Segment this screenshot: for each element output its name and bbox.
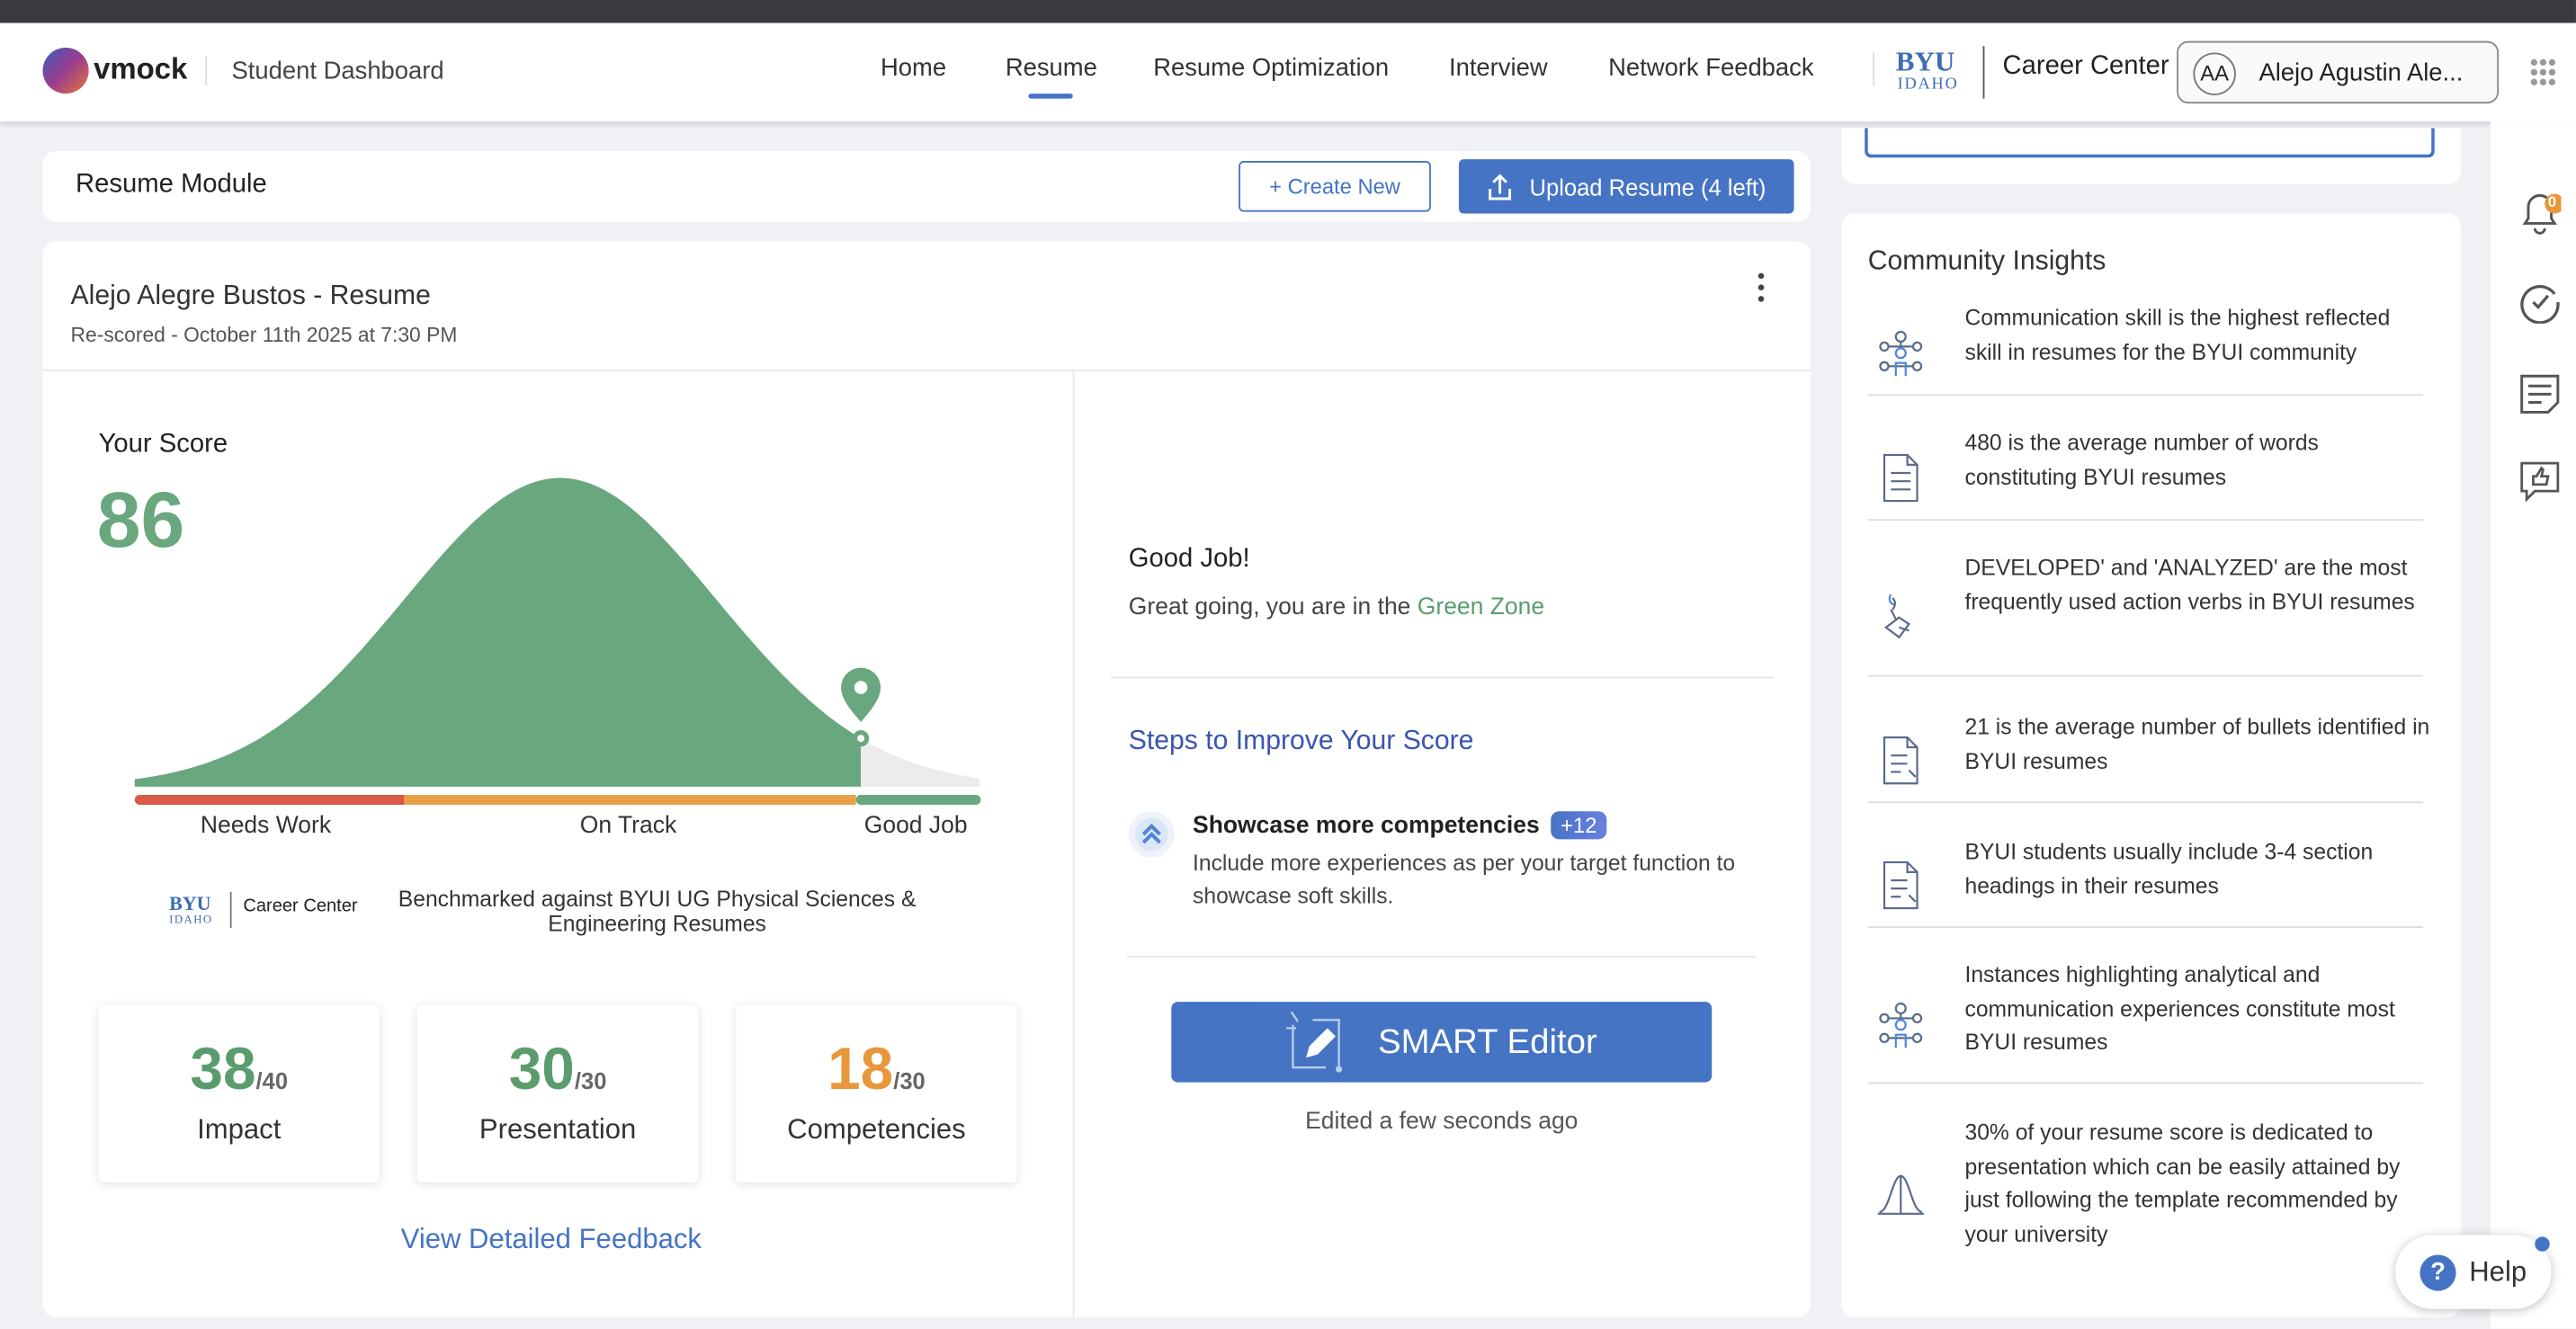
zone-label-needs-work: Needs Work <box>200 813 332 840</box>
document-list-icon <box>1883 736 1919 785</box>
upload-label: Upload Resume (4 left) <box>1529 173 1767 200</box>
benchmark-logo-text: Career Center <box>243 896 358 917</box>
feedback-text: Great going, you are in the Green Zone <box>1129 594 1544 620</box>
insight-text: Communication skill is the highest refle… <box>1964 305 2391 364</box>
edited-timestamp: Edited a few seconds ago <box>1305 1108 1579 1136</box>
byu-logo-top: BYU <box>1895 46 1955 77</box>
double-chevron-up-icon <box>1128 811 1175 858</box>
feedback-thumbs-up-icon[interactable] <box>2518 459 2561 503</box>
create-new-button[interactable]: + Create New <box>1239 160 1431 212</box>
zone-bar-good-job <box>855 795 981 805</box>
steps-title: Steps to Improve Your Score <box>1128 726 1474 756</box>
step-points-badge: +12 <box>1551 811 1607 840</box>
subscore-label: Presentation <box>479 1113 637 1146</box>
help-button[interactable]: ? Help <box>2395 1235 2552 1309</box>
byu-logo-bottom: IDAHO <box>1897 76 1959 94</box>
insight-text: 30% of your resume score is dedicated to… <box>1964 1119 2401 1246</box>
view-detailed-feedback-link[interactable]: View Detailed Feedback <box>401 1224 702 1257</box>
upload-resume-button[interactable]: Upload Resume (4 left) <box>1458 159 1794 214</box>
document-icon <box>1883 452 1919 502</box>
benchmark-logo-bottom: IDAHO <box>169 913 213 927</box>
step-description: Include more experiences as per your tar… <box>1193 851 1736 909</box>
subscore-card-impact[interactable]: 38/40 Impact <box>98 1004 380 1183</box>
document-list-icon <box>1883 861 1919 910</box>
subscore-max: /30 <box>574 1067 607 1094</box>
nav-interview[interactable]: Interview <box>1449 54 1548 82</box>
insight-text: Instances highlighting analytical and co… <box>1964 962 2395 1055</box>
bell-curve-icon <box>1877 1174 1924 1215</box>
insight-text: 21 is the average number of bullets iden… <box>1964 714 2430 773</box>
help-dot <box>2535 1236 2550 1252</box>
insight-item: 480 is the average number of words const… <box>1867 431 2424 522</box>
pencil-edit-icon <box>1285 1011 1342 1072</box>
help-label: Help <box>2469 1255 2527 1288</box>
subscore-label: Competencies <box>787 1113 966 1146</box>
smart-editor-button[interactable]: SMART Editor <box>1171 1002 1713 1083</box>
check-circle-icon[interactable] <box>2518 281 2561 324</box>
insight-text: DEVELOPED' and 'ANALYZED' are the most f… <box>1964 555 2415 614</box>
green-zone-text: Green Zone <box>1417 594 1545 621</box>
zone-label-good-job: Good Job <box>863 813 968 840</box>
insight-item: Communication skill is the highest refle… <box>1867 306 2424 397</box>
insight-item: Instances highlighting analytical and co… <box>1867 962 2424 1084</box>
user-menu-button[interactable]: AA Alejo Agustin Ale... <box>2177 40 2500 104</box>
insights-title: Community Insights <box>1867 245 2106 276</box>
upload-icon <box>1489 173 1512 200</box>
apps-grid-icon[interactable] <box>2530 58 2556 87</box>
top-right-card <box>1841 128 2462 184</box>
notification-count: 0 <box>2547 193 2557 210</box>
more-options-icon[interactable] <box>1757 271 1767 304</box>
subscore-max: /30 <box>893 1067 926 1094</box>
subscore-card-presentation[interactable]: 30/30 Presentation <box>416 1004 699 1183</box>
curve-remaining-area <box>861 738 981 787</box>
zone-bar-on-track <box>404 795 856 805</box>
nav-network-feedback[interactable]: Network Feedback <box>1608 54 1813 82</box>
subscore-card-competencies[interactable]: 18/30 Competencies <box>736 1004 1017 1183</box>
user-name: Alejo Agustin Ale... <box>2258 58 2464 87</box>
score-distribution-chart <box>134 477 981 805</box>
subscore-value: 38 <box>190 1034 256 1102</box>
feedback-heading: Good Job! <box>1128 545 1250 574</box>
feedback-text-body: Great going, you are in the <box>1128 594 1418 621</box>
subscore-value: 18 <box>827 1034 894 1102</box>
hand-torch-icon <box>1883 593 1910 639</box>
nav-resume-optimization[interactable]: Resume Optimization <box>1153 54 1389 82</box>
curve-filled-area <box>134 477 862 787</box>
subscore-label: Impact <box>197 1113 282 1146</box>
insight-item: 30% of your resume score is dedicated to… <box>1868 1120 2423 1265</box>
career-center-label: Career Center <box>2002 52 2169 81</box>
network-people-icon <box>1879 1002 1923 1048</box>
notes-icon[interactable] <box>2518 373 2561 415</box>
benchmark-text: Benchmarked against BYUI UG Physical Sci… <box>398 887 917 937</box>
insight-item: BYUI students usually include 3-4 sectio… <box>1867 839 2424 928</box>
insight-item: 21 is the average number of bullets iden… <box>1867 715 2429 804</box>
insight-text: 480 is the average number of words const… <box>1964 430 2319 489</box>
insight-text: BYUI students usually include 3-4 sectio… <box>1964 839 2374 898</box>
help-icon: ? <box>2419 1253 2456 1290</box>
insight-item: DEVELOPED' and 'ANALYZED' are the most f… <box>1867 555 2424 677</box>
subscore-max: /40 <box>255 1067 289 1094</box>
zone-label-on-track: On Track <box>579 813 677 840</box>
avatar: AA <box>2193 52 2236 95</box>
zone-bar-needs-work <box>134 795 407 805</box>
smart-editor-label: SMART Editor <box>1378 1021 1597 1061</box>
step-title[interactable]: Showcase more competencies <box>1193 813 1540 839</box>
network-people-icon <box>1879 329 1923 376</box>
subscore-value: 30 <box>508 1034 575 1102</box>
